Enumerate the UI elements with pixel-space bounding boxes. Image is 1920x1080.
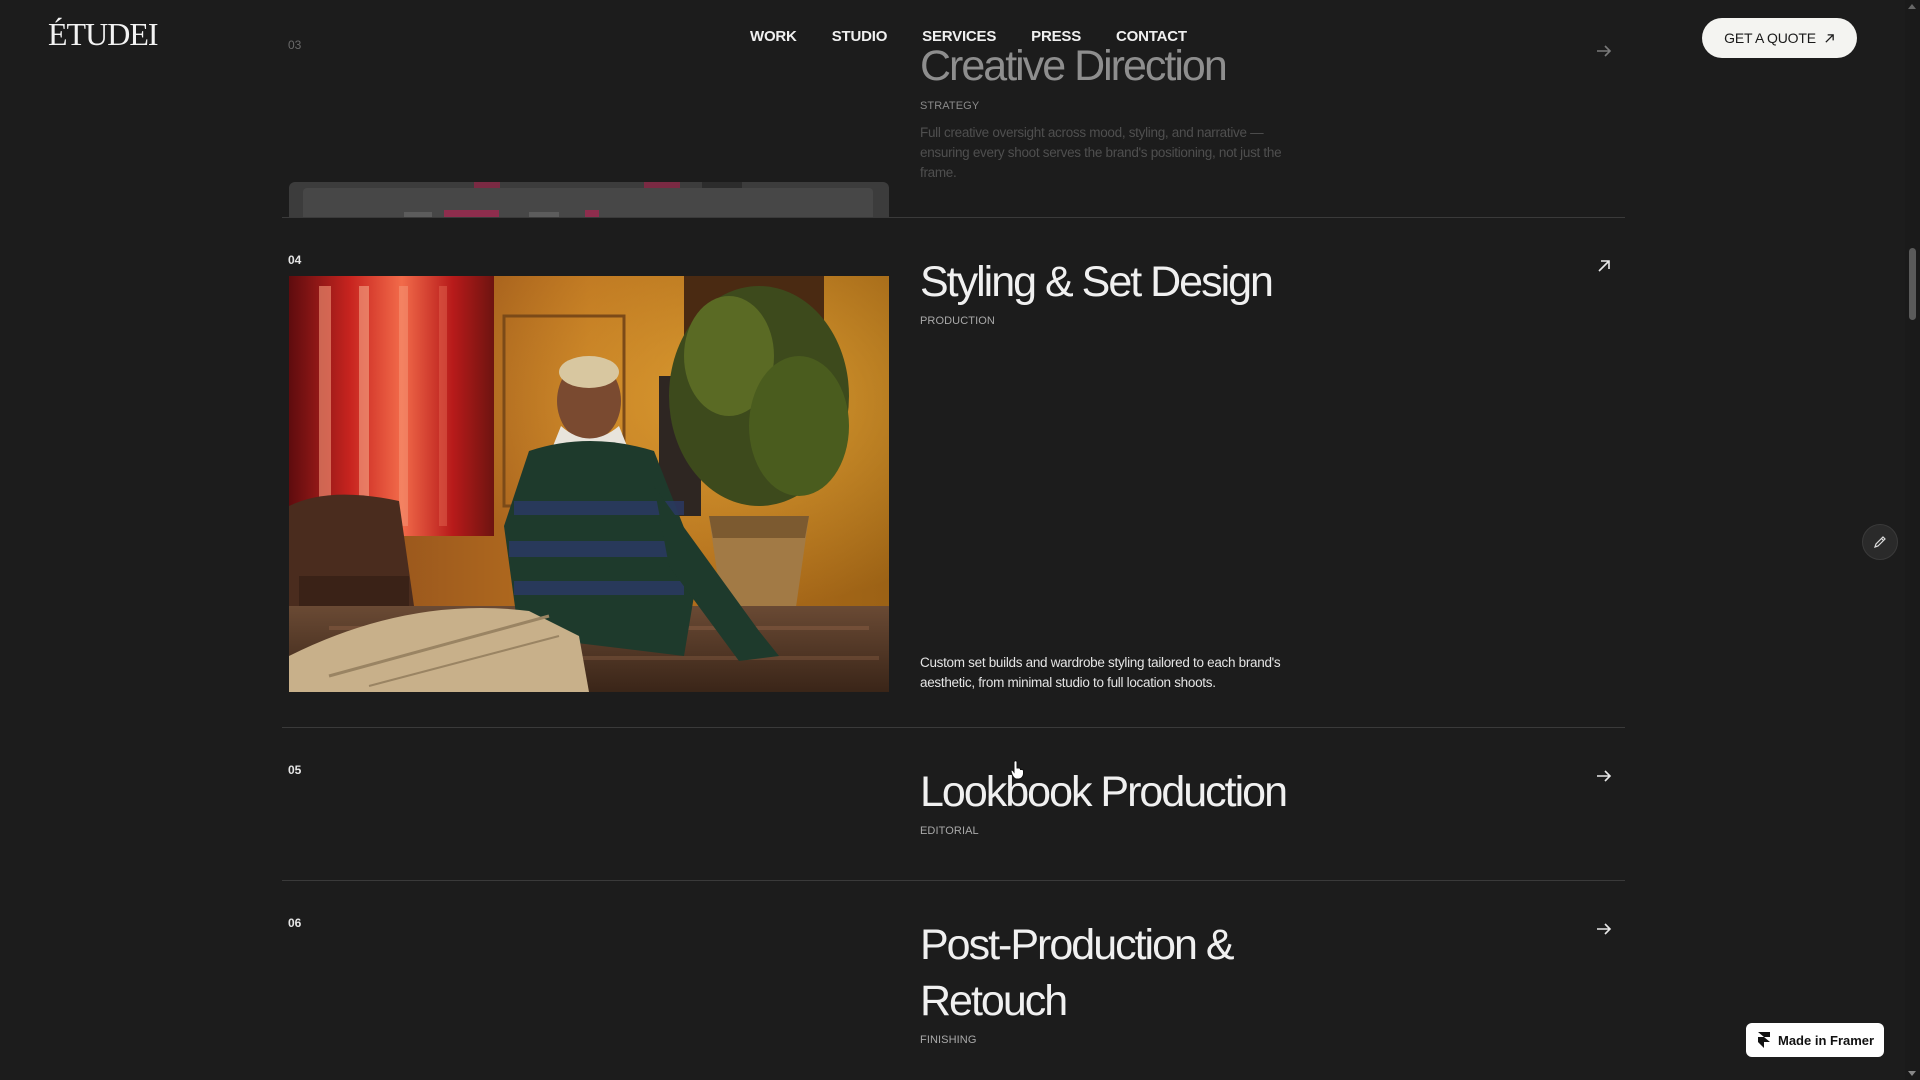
service-number: 05 — [288, 763, 302, 777]
service-description: Full creative oversight across mood, sty… — [920, 125, 1282, 180]
service-image-collapsing — [289, 182, 889, 217]
get-a-quote-label: GET A QUOTE — [1724, 30, 1816, 46]
arrow-right-icon[interactable] — [1594, 919, 1614, 939]
site-logo[interactable]: ÉTUDEI — [48, 16, 159, 53]
service-number: 06 — [288, 916, 302, 930]
row-divider — [282, 217, 1625, 218]
services-page: ÉTUDEI WORK STUDIO SERVICES PRESS CONTAC… — [0, 0, 1920, 1080]
page-scrollbar[interactable] — [1905, 0, 1920, 1080]
scroll-up-icon[interactable] — [1908, 4, 1916, 9]
styled-interior-photo — [289, 276, 889, 692]
nav-link-services[interactable]: SERVICES — [922, 28, 996, 45]
service-number: 04 — [288, 253, 302, 267]
service-title: Styling & Set Design — [920, 258, 1274, 306]
made-in-framer-label: Made in Framer — [1778, 1032, 1875, 1048]
service-description: Custom set builds and wardrobe styling t… — [920, 655, 1281, 690]
arrow-right-icon[interactable] — [1594, 766, 1614, 786]
nav-link-studio[interactable]: STUDIO — [832, 28, 888, 45]
get-a-quote-button[interactable]: GET A QUOTE — [1702, 18, 1857, 58]
hand-cursor-icon — [1010, 760, 1024, 780]
scrollbar-thumb[interactable] — [1909, 248, 1916, 320]
service-image-styling — [289, 276, 889, 692]
made-in-framer-badge[interactable]: Made in Framer — [1746, 1023, 1884, 1057]
main-nav: WORK STUDIO SERVICES PRESS CONTACT — [750, 28, 1222, 45]
service-title-line-1: Post-Production & — [920, 921, 1235, 969]
nav-link-press[interactable]: PRESS — [1031, 28, 1081, 45]
service-tag: FINISHING — [920, 1034, 977, 1046]
pencil-icon — [1874, 536, 1886, 548]
framer-logo-icon — [1758, 1032, 1770, 1048]
service-tag: STRATEGY — [920, 100, 980, 112]
edit-button[interactable] — [1862, 524, 1898, 560]
arrow-up-right-icon — [1825, 33, 1834, 43]
nav-link-work[interactable]: WORK — [750, 28, 797, 45]
row-divider — [282, 727, 1625, 728]
arrow-up-right-icon[interactable] — [1594, 256, 1614, 276]
service-title-line-2: Retouch — [920, 977, 1068, 1025]
service-tag: PRODUCTION — [920, 315, 995, 327]
service-title: Lookbook Production — [920, 768, 1288, 816]
nav-link-contact[interactable]: CONTACT — [1116, 28, 1187, 45]
row-divider — [282, 880, 1625, 881]
site-header: ÉTUDEI WORK STUDIO SERVICES PRESS CONTAC… — [0, 0, 1905, 80]
scroll-down-icon[interactable] — [1908, 1071, 1916, 1076]
service-tag: EDITORIAL — [920, 825, 979, 837]
